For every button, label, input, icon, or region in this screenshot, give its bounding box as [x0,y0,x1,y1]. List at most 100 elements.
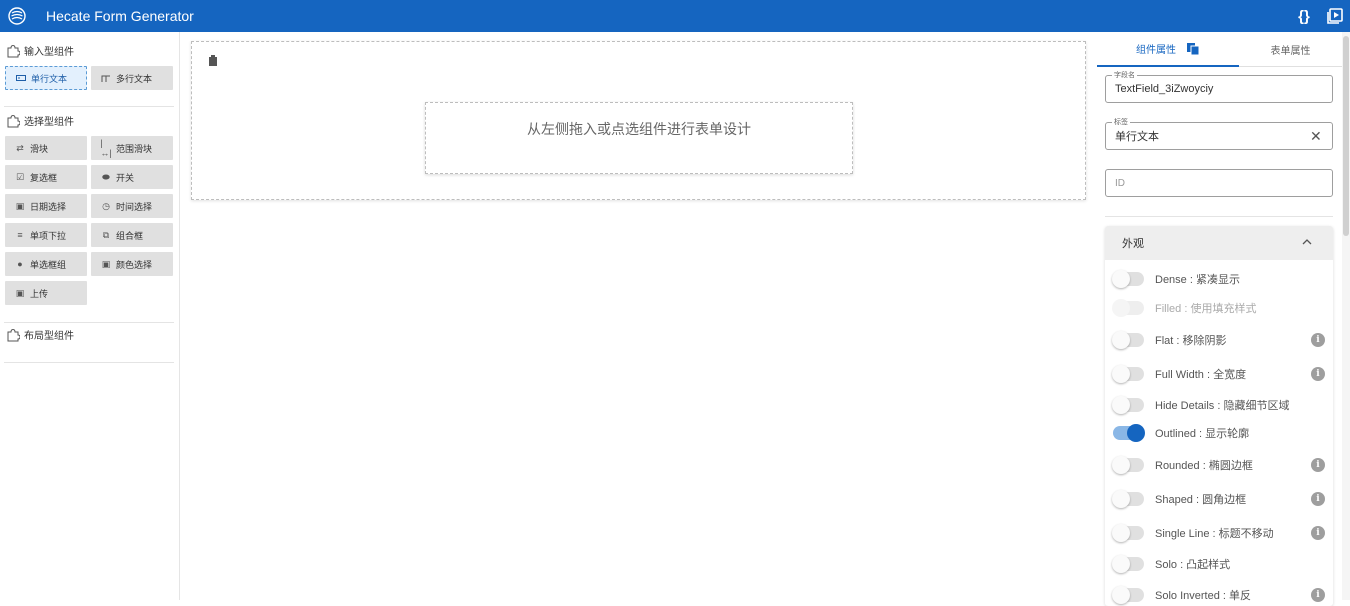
label-input[interactable]: 标签 单行文本 ✕ [1105,117,1333,150]
label-value: 单行文本 [1115,131,1159,143]
palette-item-upload[interactable]: ▣ 上传 [5,281,87,305]
dropdown-icon: ≡ [17,230,23,240]
option-flat[interactable]: Flat : 移除阴影 i [1112,330,1325,350]
group-layout-components: 布局型组件 [6,327,74,342]
palette-item-combobox[interactable]: ⧉ 组合框 [91,223,173,247]
palette-item-label: 滑块 [30,143,49,154]
group-title-label: 布局型组件 [24,331,74,342]
id-input[interactable]: ID [1105,169,1333,197]
clipboard-icon[interactable] [208,54,218,67]
option-label: Full Width : 全宽度 [1155,369,1247,381]
properties-tabs: 组件属性 表单属性 [1097,32,1342,67]
field-name-input[interactable]: 字段名 TextField_3iZwoyciy [1105,70,1333,103]
group-select-components: 选择型组件 [6,113,74,128]
form-canvas[interactable]: 从左侧拖入或点选组件进行表单设计 [191,41,1086,200]
divider [4,322,174,323]
palette-item-label: 复选框 [30,172,58,183]
tab-component-properties[interactable]: 组件属性 [1097,32,1239,67]
palette-item-checkbox[interactable]: ☑ 复选框 [5,165,87,189]
appearance-title: 外观 [1122,238,1144,250]
option-filled: Filled : 使用填充样式 [1112,298,1325,318]
toggle-switch[interactable] [1112,555,1144,573]
option-solo-inverted[interactable]: Solo Inverted : 单反 i [1112,585,1325,605]
palette-item-slider[interactable]: ⇄ 滑块 [5,136,87,160]
toggle-switch[interactable] [1112,490,1144,508]
info-icon[interactable]: i [1311,367,1325,381]
option-label: Dense : 紧凑显示 [1155,274,1240,286]
toggle-switch[interactable] [1112,331,1144,349]
chevron-up-icon [1302,239,1312,245]
toggle-switch[interactable] [1112,524,1144,542]
slider-icon: ⇄ [16,142,24,153]
id-placeholder: ID [1115,177,1125,189]
toggle-switch[interactable] [1113,424,1145,442]
option-solo[interactable]: Solo : 凸起样式 [1112,554,1325,574]
option-label: Filled : 使用填充样式 [1155,303,1257,315]
field-name-value: TextField_3iZwoyciy [1115,83,1214,95]
info-icon[interactable]: i [1311,526,1325,540]
app-title: Hecate Form Generator [46,8,194,24]
preview-icon[interactable] [1324,6,1346,26]
palette-item-radio-group[interactable]: ● 单选框组 [5,252,87,276]
option-full-width[interactable]: Full Width : 全宽度 i [1112,364,1325,384]
textarea-icon [101,73,111,83]
app-logo-icon [8,7,26,25]
scrollbar-thumb[interactable] [1343,36,1349,236]
info-icon[interactable]: i [1311,458,1325,472]
palette-item-range-slider[interactable]: |↔| 范围滑块 [91,136,173,160]
option-label: Single Line : 标题不移动 [1155,528,1274,540]
option-outlined[interactable]: Outlined : 显示轮廓 [1113,423,1325,443]
field-name-legend: 字段名 [1112,70,1137,80]
toggle-switch[interactable] [1112,365,1144,383]
toggle-switch[interactable] [1112,270,1144,288]
palette-item-time-picker[interactable]: ◷ 时间选择 [91,194,173,218]
option-hide-details[interactable]: Hide Details : 隐藏细节区域 [1112,395,1325,415]
palette-item-toggle[interactable]: ⬬ 开关 [91,165,173,189]
palette-item-date-picker[interactable]: ▣ 日期选择 [5,194,87,218]
textbox-icon [16,73,26,83]
label-legend: 标签 [1112,117,1130,127]
palette-item-multi-line-text[interactable]: 多行文本 [91,66,173,90]
palette-item-label: 开关 [116,172,135,183]
option-dense[interactable]: Dense : 紧凑显示 [1112,269,1325,289]
palette-item-color-picker[interactable]: ▣ 颜色选择 [91,252,173,276]
palette-item-label: 组合框 [116,230,144,241]
range-slider-icon: |↔| [100,138,112,158]
palette-item-label: 多行文本 [116,73,153,84]
palette-item-label: 上传 [30,288,49,299]
clear-icon[interactable]: ✕ [1310,129,1324,143]
palette-item-single-select[interactable]: ≡ 单项下拉 [5,223,87,247]
drop-zone-hint: 从左侧拖入或点选组件进行表单设计 [527,121,751,137]
calendar-icon: ▣ [15,200,25,211]
combobox-icon: ⧉ [102,229,110,240]
appearance-header[interactable]: 外观 [1105,226,1333,260]
option-shaped[interactable]: Shaped : 圆角边框 i [1112,489,1325,509]
option-label: Solo : 凸起样式 [1155,559,1231,571]
option-rounded[interactable]: Rounded : 椭圆边框 i [1112,455,1325,475]
group-title-label: 输入型组件 [24,47,74,58]
palette-icon: ▣ [101,258,111,269]
option-label: Rounded : 椭圆边框 [1155,460,1253,472]
option-single-line[interactable]: Single Line : 标题不移动 i [1112,523,1325,543]
toggle-switch[interactable] [1112,396,1144,414]
option-label: Solo Inverted : 单反 [1155,590,1251,602]
info-icon[interactable]: i [1311,492,1325,506]
info-icon[interactable]: i [1311,333,1325,347]
palette-item-label: 范围滑块 [116,143,153,154]
tab-label: 组件属性 [1136,45,1176,56]
divider [4,362,174,363]
component-palette: 输入型组件 单行文本 多行文本 选择型组件 ⇄ 滑块 |↔| 范围滑块 ☑ 复选框 ⬬… [0,32,180,600]
option-label: Flat : 移除阴影 [1155,335,1227,347]
palette-item-single-line-text[interactable]: 单行文本 [5,66,87,90]
code-braces-icon[interactable]: {} [1293,6,1315,26]
toggle-icon: ⬬ [102,171,110,182]
option-label: Shaped : 圆角边框 [1155,494,1247,506]
scrollbar[interactable] [1342,32,1350,600]
palette-item-label: 颜色选择 [116,259,153,270]
toggle-switch[interactable] [1112,456,1144,474]
copy-icon[interactable] [1186,42,1200,56]
option-label: Hide Details : 隐藏细节区域 [1155,400,1290,412]
puzzle-icon [7,328,20,341]
drop-zone[interactable]: 从左侧拖入或点选组件进行表单设计 [425,102,853,174]
tab-form-properties[interactable]: 表单属性 [1239,32,1342,67]
